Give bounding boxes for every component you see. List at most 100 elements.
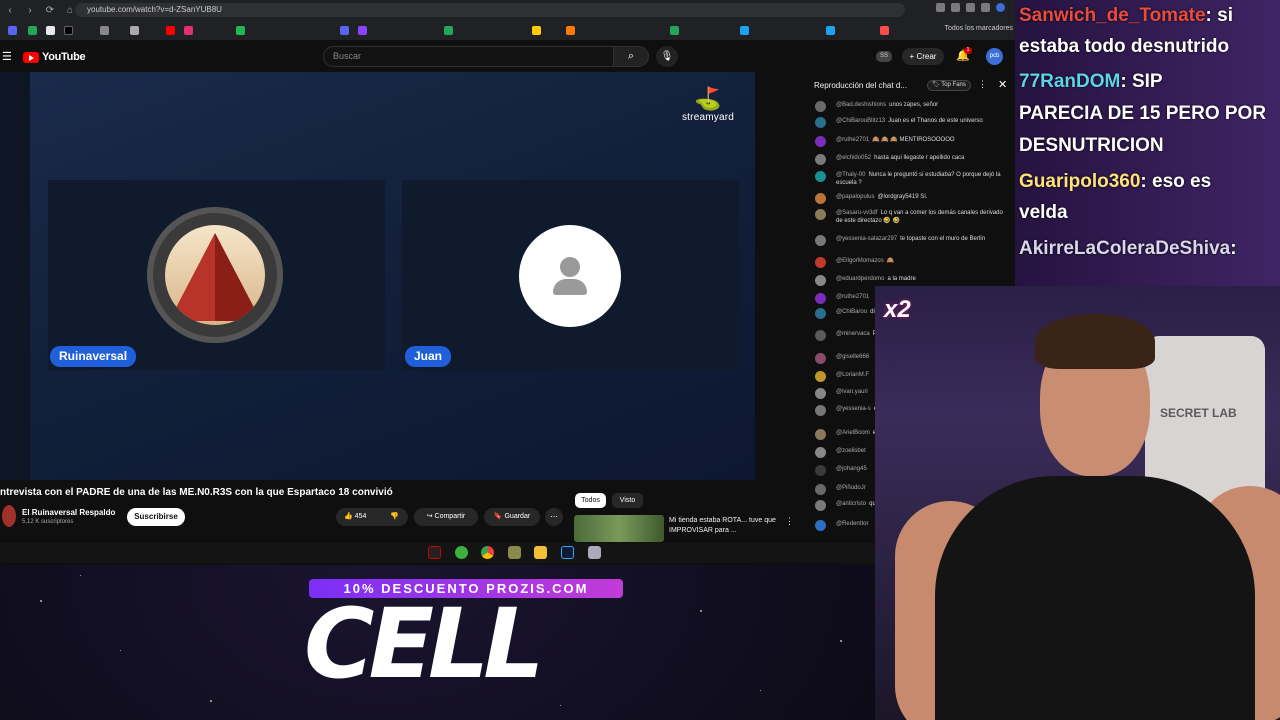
chat-avatar[interactable] — [815, 429, 826, 440]
chat-avatar[interactable] — [815, 171, 826, 182]
chat-avatar[interactable] — [815, 209, 826, 220]
bookmark-icon[interactable] — [64, 26, 73, 35]
video-player[interactable]: ⛳ streamyard Ruinaversal Juan — [0, 72, 755, 480]
app-icon[interactable] — [455, 546, 468, 559]
chrome-icon[interactable] — [481, 546, 494, 559]
reload-icon[interactable]: ⟳ — [40, 5, 60, 16]
close-icon[interactable]: ✕ — [998, 78, 1007, 91]
chat-username[interactable]: @elchido052 — [836, 155, 871, 161]
chat-avatar[interactable] — [815, 465, 826, 476]
chat-username[interactable]: @Redenttor — [836, 521, 868, 527]
bookmark-icon[interactable] — [28, 26, 37, 35]
bookmark-icon[interactable] — [130, 26, 139, 35]
top-fans-dropdown[interactable]: 🏷 Top Fans — [927, 80, 971, 91]
youtube-logo[interactable]: YouTube — [23, 51, 86, 63]
chat-more-icon[interactable]: ⋮ — [978, 79, 987, 90]
bookmark-icon[interactable] — [532, 26, 541, 35]
chat-username[interactable]: @anticristo — [836, 501, 866, 507]
more-actions-button[interactable]: ⋯ — [545, 508, 563, 526]
profile-icon[interactable] — [996, 3, 1005, 12]
folder-icon[interactable] — [534, 546, 547, 559]
bookmark-icon[interactable] — [46, 26, 55, 35]
chat-avatar[interactable] — [815, 154, 826, 165]
bookmark-icon[interactable] — [8, 26, 17, 35]
chat-username[interactable]: @Thaly-00 — [836, 172, 865, 178]
bookmark-icon[interactable] — [236, 26, 245, 35]
chat-avatar[interactable] — [815, 293, 826, 304]
photoshop-icon[interactable] — [561, 546, 574, 559]
extension-icon[interactable] — [966, 3, 975, 12]
channel-avatar[interactable] — [2, 505, 16, 527]
chat-avatar[interactable] — [815, 101, 826, 112]
chat-username[interactable]: @eduardperdomo — [836, 276, 884, 282]
app-icon[interactable] — [508, 546, 521, 559]
bookmark-icon[interactable] — [670, 26, 679, 35]
filter-chip-seen[interactable]: Visto — [612, 493, 643, 508]
extension-icon[interactable] — [936, 3, 945, 12]
obs-icon[interactable] — [428, 546, 441, 559]
recommended-thumbnail[interactable] — [574, 515, 664, 542]
chat-username[interactable]: @papalopulus — [836, 194, 874, 200]
chat-avatar[interactable] — [815, 235, 826, 246]
bookmark-icon[interactable] — [444, 26, 453, 35]
chat-username[interactable]: @ArielBoom — [836, 430, 870, 436]
chat-avatar[interactable] — [815, 117, 826, 128]
ss-extension-badge[interactable]: SS — [876, 51, 892, 62]
bookmark-icon[interactable] — [184, 26, 193, 35]
all-bookmarks-folder[interactable]: Todos los marcadores — [945, 25, 1013, 32]
back-icon[interactable]: ‹ — [0, 5, 20, 16]
chat-username[interactable]: @Bad.deshishions — [836, 102, 886, 108]
chat-username[interactable]: @ChiBarou — [836, 309, 867, 315]
chat-username[interactable]: @minervaca — [836, 331, 870, 337]
chat-username[interactable]: @ChiBarouBlitz13 — [836, 118, 885, 124]
chat-avatar[interactable] — [815, 193, 826, 204]
subscribe-button[interactable]: Suscribirse — [127, 508, 185, 526]
bookmark-icon[interactable] — [826, 26, 835, 35]
extension-icon[interactable] — [981, 3, 990, 12]
chat-avatar[interactable] — [815, 520, 826, 531]
chat-username[interactable]: @johang45 — [836, 466, 867, 472]
share-button[interactable]: ↪ Compartir — [414, 508, 478, 526]
app-icon[interactable] — [588, 546, 601, 559]
filter-chip-all[interactable]: Todos — [575, 493, 606, 508]
chat-username[interactable]: @ivan.yauri — [836, 389, 868, 395]
voice-search-button[interactable]: 🎙 — [656, 46, 678, 67]
bookmark-star-icon[interactable] — [951, 3, 960, 12]
bookmark-icon[interactable] — [880, 26, 889, 35]
chat-username[interactable]: @zoelisbet — [836, 448, 866, 454]
chat-avatar[interactable] — [815, 353, 826, 364]
account-avatar[interactable]: pcb — [986, 48, 1003, 65]
recommended-more-icon[interactable]: ⋮ — [785, 516, 794, 527]
save-button[interactable]: 🔖 Guardar — [484, 508, 540, 526]
chat-username[interactable]: @Sasaru-vv3df — [836, 210, 877, 216]
chat-avatar[interactable] — [815, 275, 826, 286]
dislike-button[interactable]: 👎 — [390, 508, 399, 526]
bookmark-icon[interactable] — [358, 26, 367, 35]
chat-title[interactable]: Reproducción del chat d... — [814, 81, 907, 90]
channel-name[interactable]: El Ruinaversal Respaldo — [22, 508, 115, 517]
chat-avatar[interactable] — [815, 371, 826, 382]
search-button[interactable]: ⌕ — [613, 46, 649, 67]
chat-avatar[interactable] — [815, 308, 826, 319]
chat-username[interactable]: @yessenia-salazar297 — [836, 236, 897, 242]
chat-avatar[interactable] — [815, 136, 826, 147]
recommended-title[interactable]: Mi tienda estaba ROTA... tuve que IMPROV… — [669, 516, 779, 536]
chat-avatar[interactable] — [815, 330, 826, 341]
chat-username[interactable]: @PiñudoJr — [836, 485, 866, 491]
chat-avatar[interactable] — [815, 500, 826, 511]
like-button[interactable]: 👍 454 — [344, 508, 366, 526]
chat-avatar[interactable] — [815, 405, 826, 416]
chat-avatar[interactable] — [815, 484, 826, 495]
bookmark-icon[interactable] — [740, 26, 749, 35]
chat-avatar[interactable] — [815, 447, 826, 458]
chat-username[interactable]: @LorianM.F — [836, 372, 869, 378]
bookmark-icon[interactable] — [166, 26, 175, 35]
bookmark-icon[interactable] — [100, 26, 109, 35]
hamburger-menu-icon[interactable]: ☰ — [2, 50, 12, 63]
chat-avatar[interactable] — [815, 257, 826, 268]
chat-username[interactable]: @giselle666 — [836, 354, 869, 360]
search-input[interactable]: Buscar — [323, 46, 615, 67]
chat-username[interactable]: @ElIgorMomazos — [836, 258, 884, 264]
create-button[interactable]: + Crear — [902, 48, 944, 65]
chat-username[interactable]: @ruthe2701 — [836, 137, 869, 143]
